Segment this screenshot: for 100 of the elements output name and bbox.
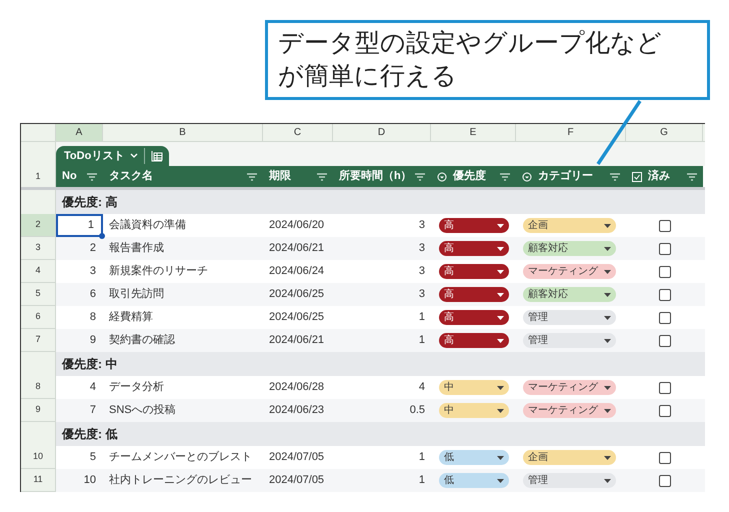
checkbox[interactable] bbox=[658, 474, 670, 486]
checkbox[interactable] bbox=[658, 334, 670, 346]
table-cell-text: 2024/06/24 bbox=[268, 264, 326, 280]
table-cell-text: 1 bbox=[418, 333, 426, 348]
table-cell-text: 3 bbox=[88, 264, 97, 280]
caret-icon bbox=[604, 478, 611, 482]
dropdown-chip[interactable]: 低 bbox=[439, 450, 509, 465]
table-cell-text: 4 bbox=[418, 380, 426, 396]
dropdown-chip[interactable]: マーケティング bbox=[523, 403, 616, 418]
table-cell-text: 2024/06/21 bbox=[268, 333, 326, 348]
dropdown-type-icon bbox=[522, 172, 532, 182]
filter-icon[interactable] bbox=[500, 172, 510, 180]
table-cell-text: 1 bbox=[418, 473, 426, 488]
group-heading: 優先度: 高 bbox=[60, 194, 118, 211]
table-cell-text: SNSへの投稿 bbox=[108, 403, 177, 418]
checkbox[interactable] bbox=[658, 312, 670, 324]
table-cell-text: 3 bbox=[418, 218, 426, 234]
row-number[interactable]: 7 bbox=[21, 329, 56, 352]
caret-icon bbox=[497, 408, 504, 412]
dropdown-chip[interactable]: 企画 bbox=[523, 450, 616, 465]
dropdown-chip[interactable]: 低 bbox=[439, 473, 509, 488]
checkbox[interactable] bbox=[658, 220, 670, 232]
table-cell-text: 7 bbox=[88, 403, 97, 418]
filter-icon[interactable] bbox=[687, 172, 697, 180]
table-cell-text: 経費精算 bbox=[108, 310, 154, 326]
caret-icon bbox=[604, 386, 611, 390]
table-cell-text: 1 bbox=[418, 450, 426, 466]
filter-icon[interactable] bbox=[247, 172, 257, 180]
table-cell-text: 2024/06/28 bbox=[268, 380, 326, 396]
group-heading: 優先度: 中 bbox=[60, 356, 118, 373]
dropdown-chip[interactable]: 管理 bbox=[523, 473, 616, 488]
checkbox[interactable] bbox=[658, 382, 670, 394]
column-header[interactable]: G bbox=[626, 124, 703, 141]
checkbox-type-icon bbox=[632, 172, 642, 182]
column-header[interactable]: B bbox=[103, 124, 263, 141]
dropdown-chip[interactable]: 管理 bbox=[523, 333, 616, 348]
filter-icon[interactable] bbox=[317, 172, 327, 180]
table-cell-text: 3 bbox=[418, 287, 426, 302]
row-number[interactable]: 10 bbox=[21, 446, 56, 469]
filter-icon[interactable] bbox=[610, 172, 620, 180]
table-cell: 1 bbox=[56, 214, 103, 237]
dropdown-chip[interactable]: マーケティング bbox=[523, 264, 616, 279]
column-heading-text: 済み bbox=[648, 168, 670, 184]
row-number[interactable]: 9 bbox=[21, 399, 56, 422]
checkbox[interactable] bbox=[658, 288, 670, 300]
table-cell-text: 取引先訪問 bbox=[108, 286, 165, 302]
checkbox[interactable] bbox=[658, 452, 670, 464]
caret-icon bbox=[604, 292, 611, 296]
dropdown-chip[interactable]: 高 bbox=[439, 218, 509, 233]
checkbox[interactable] bbox=[658, 242, 670, 254]
row-number[interactable]: 11 bbox=[21, 469, 56, 492]
caret-icon bbox=[497, 292, 504, 296]
table-cell-text: 4 bbox=[88, 380, 97, 396]
table-cell-text: 社内トレーニングのレビュー bbox=[108, 473, 253, 488]
table-cell-text: 2024/07/05 bbox=[268, 450, 326, 466]
caret-icon bbox=[497, 270, 504, 274]
caret-icon bbox=[604, 246, 611, 250]
dropdown-chip[interactable]: 顧客対応 bbox=[523, 287, 616, 302]
row-number[interactable]: 4 bbox=[21, 260, 56, 283]
row-number[interactable]: 2 bbox=[21, 214, 56, 237]
selection-handle[interactable] bbox=[99, 233, 105, 239]
dropdown-chip[interactable]: 高 bbox=[439, 287, 509, 302]
table-cell-text: 0.5 bbox=[408, 403, 426, 418]
dropdown-chip[interactable]: 高 bbox=[439, 241, 509, 256]
row-number[interactable]: 1 bbox=[21, 166, 56, 187]
caret-icon bbox=[604, 408, 611, 412]
dropdown-chip[interactable]: 企画 bbox=[523, 218, 616, 233]
dropdown-chip[interactable]: 顧客対応 bbox=[523, 241, 616, 256]
checkbox[interactable] bbox=[658, 404, 670, 416]
caret-icon bbox=[497, 338, 504, 342]
dropdown-chip[interactable]: 高 bbox=[439, 310, 509, 325]
table-cell-text: 新規案件のリサーチ bbox=[108, 264, 209, 280]
dropdown-chip[interactable]: 中 bbox=[439, 403, 509, 418]
table-icon[interactable] bbox=[151, 150, 164, 162]
column-heading-text: 所要時間（h） bbox=[339, 168, 412, 184]
table-cell-text: 9 bbox=[88, 333, 97, 348]
row-number[interactable]: 6 bbox=[21, 306, 56, 329]
table-cell-text: 6 bbox=[88, 287, 97, 302]
row-number[interactable]: 8 bbox=[21, 376, 56, 399]
filter-icon[interactable] bbox=[87, 172, 97, 180]
column-header[interactable]: D bbox=[333, 124, 431, 141]
table-tab[interactable]: ToDoリスト bbox=[56, 146, 170, 166]
dropdown-chip[interactable]: 中 bbox=[439, 380, 509, 395]
row-number[interactable]: 5 bbox=[21, 283, 56, 306]
column-heading-text: 優先度 bbox=[453, 168, 486, 184]
dropdown-chip[interactable]: 高 bbox=[439, 333, 509, 348]
dropdown-chip[interactable]: マーケティング bbox=[523, 380, 616, 395]
chevron-down-icon[interactable] bbox=[130, 153, 138, 159]
caret-icon bbox=[604, 456, 611, 460]
column-header[interactable]: E bbox=[431, 124, 516, 141]
row-number[interactable]: 3 bbox=[21, 237, 56, 260]
column-header[interactable]: F bbox=[516, 124, 626, 141]
dropdown-chip[interactable]: 管理 bbox=[523, 310, 616, 325]
caret-icon bbox=[497, 386, 504, 390]
dropdown-chip[interactable]: 高 bbox=[439, 264, 509, 279]
checkbox[interactable] bbox=[658, 266, 670, 278]
column-header[interactable]: C bbox=[263, 124, 333, 141]
filter-icon[interactable] bbox=[415, 172, 425, 180]
column-header[interactable]: A bbox=[56, 124, 103, 141]
table-cell-text: 1 bbox=[418, 310, 426, 326]
